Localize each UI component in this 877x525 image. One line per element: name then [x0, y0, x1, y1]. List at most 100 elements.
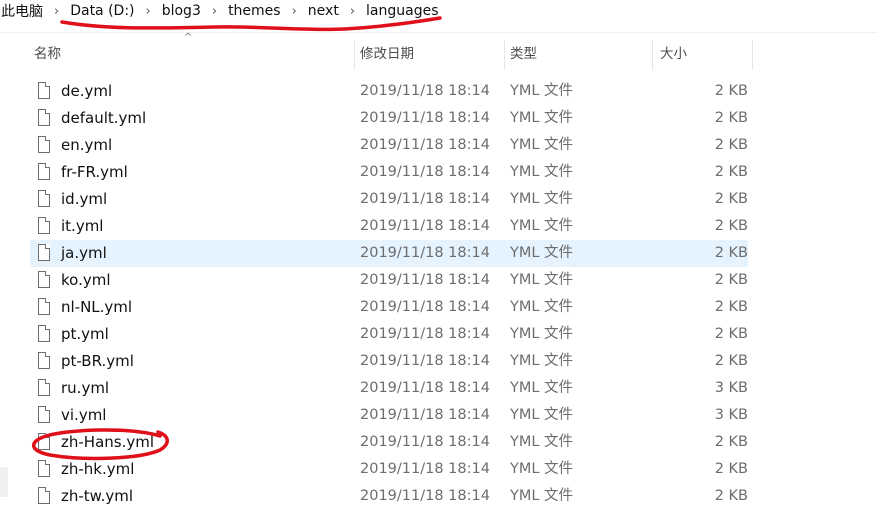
file-icon — [38, 190, 50, 207]
file-type: YML 文件 — [510, 272, 574, 288]
file-name: id.yml — [61, 190, 108, 208]
file-type: YML 文件 — [510, 353, 574, 369]
file-icon — [38, 487, 50, 504]
breadcrumb-themes[interactable]: themes — [225, 3, 284, 19]
file-size: 2 KB — [714, 137, 748, 153]
file-row[interactable]: zh-tw.yml 2019/11/18 18:14 YML 文件 2 KB — [30, 483, 748, 510]
file-row[interactable]: default.yml 2019/11/18 18:14 YML 文件 2 KB — [30, 105, 748, 132]
file-icon — [38, 406, 50, 423]
file-name: ko.yml — [61, 271, 111, 289]
file-type: YML 文件 — [510, 191, 574, 207]
navigation-pane-edge — [0, 467, 8, 497]
file-icon — [38, 460, 50, 477]
file-size: 2 KB — [714, 326, 748, 342]
file-icon — [38, 163, 50, 180]
column-divider[interactable] — [354, 40, 355, 70]
breadcrumb-separator-icon[interactable]: › — [342, 4, 363, 19]
breadcrumb-separator-icon[interactable]: › — [204, 4, 225, 19]
file-row[interactable]: vi.yml 2019/11/18 18:14 YML 文件 3 KB — [30, 402, 748, 429]
column-header-type[interactable]: 类型 — [510, 38, 650, 70]
file-modified-date: 2019/11/18 18:14 — [360, 461, 490, 477]
file-row[interactable]: nl-NL.yml 2019/11/18 18:14 YML 文件 2 KB — [30, 294, 748, 321]
breadcrumb-drive-d[interactable]: Data (D:) — [67, 3, 137, 19]
file-type: YML 文件 — [510, 326, 574, 342]
file-size: 3 KB — [714, 380, 748, 396]
breadcrumb-next[interactable]: next — [305, 3, 342, 19]
breadcrumb-separator-icon[interactable]: › — [284, 4, 305, 19]
file-name: pt.yml — [61, 325, 109, 343]
file-size: 2 KB — [714, 83, 748, 99]
file-modified-date: 2019/11/18 18:14 — [360, 137, 490, 153]
file-row[interactable]: en.yml 2019/11/18 18:14 YML 文件 2 KB — [30, 132, 748, 159]
file-row[interactable]: ko.yml 2019/11/18 18:14 YML 文件 2 KB — [30, 267, 748, 294]
file-size: 2 KB — [714, 299, 748, 315]
file-name: pt-BR.yml — [61, 352, 134, 370]
file-type: YML 文件 — [510, 488, 574, 504]
file-type: YML 文件 — [510, 110, 574, 126]
file-icon — [38, 298, 50, 315]
file-modified-date: 2019/11/18 18:14 — [360, 191, 490, 207]
file-row[interactable]: pt-BR.yml 2019/11/18 18:14 YML 文件 2 KB — [30, 348, 748, 375]
file-type: YML 文件 — [510, 83, 574, 99]
file-modified-date: 2019/11/18 18:14 — [360, 218, 490, 234]
file-icon — [38, 271, 50, 288]
file-icon — [38, 217, 50, 234]
breadcrumb-blog3[interactable]: blog3 — [159, 3, 204, 19]
breadcrumb-languages[interactable]: languages — [363, 3, 441, 19]
column-header-name[interactable]: 名称 — [34, 38, 354, 70]
file-row[interactable]: zh-hk.yml 2019/11/18 18:14 YML 文件 2 KB — [30, 456, 748, 483]
file-row[interactable]: pt.yml 2019/11/18 18:14 YML 文件 2 KB — [30, 321, 748, 348]
file-name: zh-tw.yml — [61, 487, 133, 505]
file-size: 2 KB — [714, 272, 748, 288]
breadcrumb-this-pc[interactable]: 此电脑 — [0, 1, 46, 21]
file-icon — [38, 136, 50, 153]
breadcrumb: 此电脑 › Data (D:) › blog3 › themes › next … — [0, 0, 877, 22]
file-type: YML 文件 — [510, 380, 574, 396]
column-divider[interactable] — [652, 40, 653, 70]
file-name: de.yml — [61, 82, 113, 100]
file-icon — [38, 244, 50, 261]
file-modified-date: 2019/11/18 18:14 — [360, 326, 490, 342]
toolbar-divider — [0, 32, 877, 33]
file-modified-date: 2019/11/18 18:14 — [360, 488, 490, 504]
file-modified-date: 2019/11/18 18:14 — [360, 272, 490, 288]
file-name: nl-NL.yml — [61, 298, 133, 316]
file-name: vi.yml — [61, 406, 107, 424]
breadcrumb-separator-icon[interactable]: › — [46, 4, 67, 19]
file-type: YML 文件 — [510, 461, 574, 477]
file-type: YML 文件 — [510, 245, 574, 261]
file-icon — [38, 325, 50, 342]
file-modified-date: 2019/11/18 18:14 — [360, 434, 490, 450]
breadcrumb-separator-icon[interactable]: › — [138, 4, 159, 19]
file-row[interactable]: de.yml 2019/11/18 18:14 YML 文件 2 KB — [30, 78, 748, 105]
file-row[interactable]: id.yml 2019/11/18 18:14 YML 文件 2 KB — [30, 186, 748, 213]
column-header-size[interactable]: 大小 — [660, 38, 750, 70]
column-header-row: ^ 名称 修改日期 类型 大小 — [24, 32, 877, 70]
file-name: it.yml — [61, 217, 104, 235]
file-name: ja.yml — [61, 244, 107, 262]
column-divider[interactable] — [752, 40, 753, 70]
file-row[interactable]: ru.yml 2019/11/18 18:14 YML 文件 3 KB — [30, 375, 748, 402]
file-size: 2 KB — [714, 110, 748, 126]
file-row[interactable]: it.yml 2019/11/18 18:14 YML 文件 2 KB — [30, 213, 748, 240]
file-row[interactable]: zh-Hans.yml 2019/11/18 18:14 YML 文件 2 KB — [30, 429, 748, 456]
file-row[interactable]: ja.yml 2019/11/18 18:14 YML 文件 2 KB — [30, 240, 748, 267]
file-icon — [38, 109, 50, 126]
file-modified-date: 2019/11/18 18:14 — [360, 380, 490, 396]
file-name: ru.yml — [61, 379, 110, 397]
file-modified-date: 2019/11/18 18:14 — [360, 353, 490, 369]
file-icon — [38, 82, 50, 99]
file-icon — [38, 433, 50, 450]
file-row[interactable]: fr-FR.yml 2019/11/18 18:14 YML 文件 2 KB — [30, 159, 748, 186]
file-size: 2 KB — [714, 488, 748, 504]
file-icon — [38, 352, 50, 369]
file-modified-date: 2019/11/18 18:14 — [360, 83, 490, 99]
file-size: 2 KB — [714, 353, 748, 369]
file-size: 3 KB — [714, 407, 748, 423]
file-type: YML 文件 — [510, 299, 574, 315]
file-name: zh-Hans.yml — [61, 433, 155, 451]
file-size: 2 KB — [714, 245, 748, 261]
column-header-date[interactable]: 修改日期 — [360, 38, 500, 70]
file-name: fr-FR.yml — [61, 163, 128, 181]
column-divider[interactable] — [504, 40, 505, 70]
